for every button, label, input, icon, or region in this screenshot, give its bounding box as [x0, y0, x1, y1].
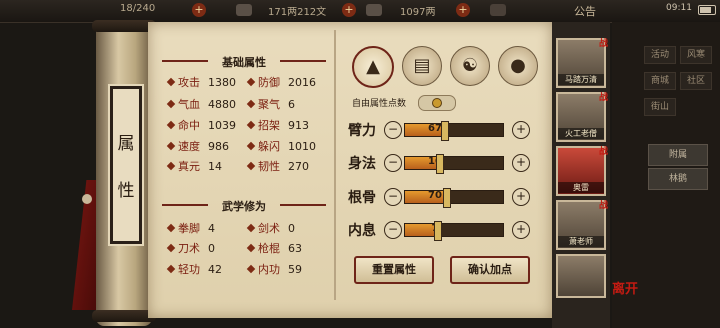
minus-button[interactable]: −	[384, 221, 402, 239]
side-tab-2[interactable]: 林鹅	[648, 168, 708, 190]
attr-row-1b: 防御 2016	[246, 74, 316, 90]
hero-portrait[interactable]	[556, 254, 606, 298]
basic-attrs-title: 基础属性	[162, 54, 326, 70]
battery-icon	[698, 5, 716, 15]
menu-shop[interactable]: 商城	[644, 72, 676, 90]
slider-handle[interactable]	[434, 221, 443, 241]
stat-name: 身法	[348, 156, 376, 172]
stat-name: 内息	[348, 223, 376, 239]
martial-row-2: 刀术 0	[166, 240, 215, 256]
tag-char-2: 性	[117, 181, 135, 201]
plus-button[interactable]: +	[512, 121, 530, 139]
bead-decoration	[82, 194, 92, 204]
book-icon[interactable]: ▤	[402, 46, 442, 86]
attr-row-2b: 聚气 6	[246, 96, 295, 112]
gold-value: 1097两	[400, 7, 436, 18]
scroll-rod-bottom-cap	[92, 310, 156, 322]
confirm-points-button[interactable]: 确认加点	[450, 256, 530, 284]
attr-row-2: 气血 4880	[166, 96, 236, 112]
stat-bar[interactable]: 67	[404, 121, 504, 141]
martial-row-1: 拳脚 4	[166, 220, 215, 236]
leave-seal[interactable]: 离开	[612, 278, 638, 297]
hero-portrait[interactable]: 战马踏万清	[556, 38, 608, 88]
add-stamina-button[interactable]: +	[192, 3, 206, 17]
clock: 09:11	[666, 3, 692, 13]
mail-icon[interactable]	[490, 4, 506, 16]
hero-portrait[interactable]: 战萧老师	[556, 200, 608, 250]
menu-community[interactable]: 社区	[680, 72, 712, 90]
body-icon[interactable]: ●	[498, 46, 538, 86]
tag-char-1: 属	[117, 134, 135, 154]
free-points-label: 自由属性点数	[352, 99, 407, 109]
plus-button[interactable]: +	[512, 221, 530, 239]
stat-bar[interactable]: 70	[404, 188, 504, 208]
menu-item[interactable]: 街山	[644, 98, 676, 116]
panel-divider	[334, 30, 336, 300]
minus-button[interactable]: −	[384, 188, 402, 206]
menu-activity[interactable]: 活动	[644, 46, 676, 64]
add-gold-button[interactable]: +	[456, 3, 470, 17]
minus-button[interactable]: −	[384, 154, 402, 172]
stat-bar[interactable]: 7	[404, 221, 504, 241]
gold-icon	[366, 4, 382, 16]
stat-name: 根骨	[348, 190, 376, 206]
martial-row-3b: 内功 59	[246, 261, 302, 277]
attr-row-5: 真元 14	[166, 158, 222, 174]
attribute-tab-tag: 属 性	[108, 84, 144, 246]
notice-button[interactable]: 公告	[574, 3, 596, 19]
attr-row-3: 命中 1039	[166, 117, 236, 133]
slider-handle[interactable]	[441, 121, 450, 141]
martial-row-1b: 剑术 0	[246, 220, 295, 236]
attr-row-4: 速度 986	[166, 138, 229, 154]
free-points-coin-icon	[418, 95, 456, 111]
plus-button[interactable]: +	[512, 154, 530, 172]
martial-row-2b: 枪棍 63	[246, 240, 302, 256]
minus-button[interactable]: −	[384, 121, 402, 139]
hero-portrait-selected[interactable]: 战奥雷	[556, 146, 608, 196]
attr-row-4b: 躲闪 1010	[246, 138, 316, 154]
plus-button[interactable]: +	[512, 188, 530, 206]
side-tab-1[interactable]: 附属	[648, 144, 708, 166]
menu-item[interactable]: 风寒	[680, 46, 712, 64]
martial-attrs-title: 武学修为	[162, 198, 326, 214]
reset-attributes-button[interactable]: 重置属性	[354, 256, 434, 284]
stat-name: 臂力	[348, 123, 376, 139]
scroll-rod-top-cap	[92, 20, 156, 32]
slider-handle[interactable]	[443, 188, 452, 208]
stamina-value: 18/240	[120, 3, 156, 14]
attr-row-5b: 韧性 270	[246, 158, 309, 174]
attr-row-3b: 招架 913	[246, 117, 309, 133]
silver-icon	[236, 4, 252, 16]
hat-icon[interactable]: ▲	[352, 46, 394, 88]
add-silver-button[interactable]: +	[342, 3, 356, 17]
martial-row-3: 轻功 42	[166, 261, 222, 277]
taiji-icon[interactable]: ☯	[450, 46, 490, 86]
hero-portrait[interactable]: 战火工老僧	[556, 92, 608, 142]
silver-value: 171两212文	[268, 7, 327, 18]
stat-bar[interactable]: 10	[404, 154, 504, 174]
slider-handle[interactable]	[436, 154, 445, 174]
attr-row-1: 攻击 1380	[166, 74, 236, 90]
